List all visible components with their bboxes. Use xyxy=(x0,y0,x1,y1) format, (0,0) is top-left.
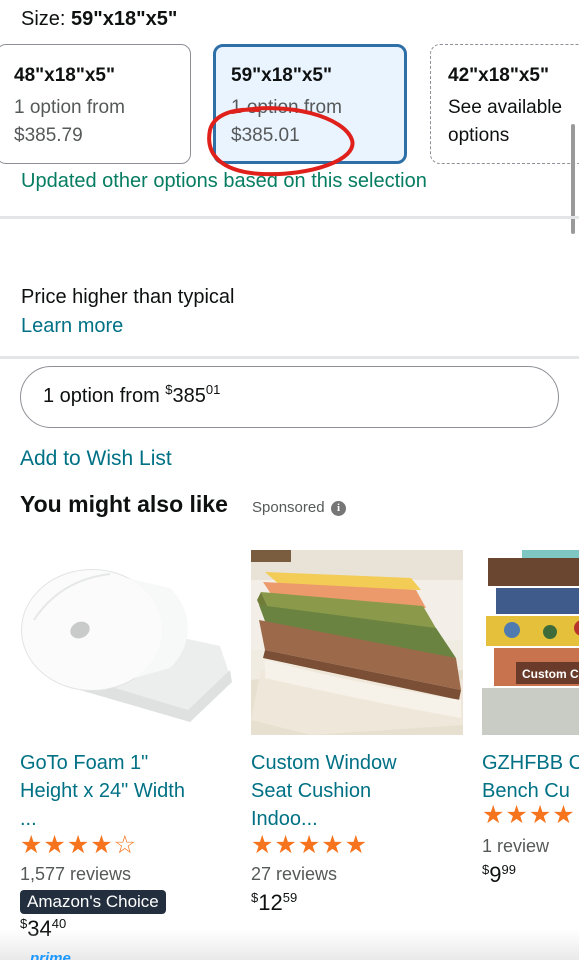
product-title-line: Custom Window xyxy=(251,752,397,774)
recommendations-heading: You might also like xyxy=(20,491,228,517)
updated-options-message: Updated other options based on this sele… xyxy=(21,170,427,192)
image-label-text: Custom Co xyxy=(522,667,579,681)
size-option-48[interactable]: 48"x18"x5" 1 option from $385.79 xyxy=(0,44,191,164)
price-cents: 40 xyxy=(51,916,67,931)
info-icon[interactable]: i xyxy=(331,501,346,516)
option-from-button[interactable]: 1 option from $38501 xyxy=(20,366,559,428)
star-rating: ★★★★ xyxy=(482,801,576,829)
price-cents: 01 xyxy=(205,382,221,397)
option-from-prefix: 1 option from xyxy=(43,385,166,407)
product-image-cushions[interactable] xyxy=(251,550,463,735)
price-currency: $ xyxy=(20,916,28,931)
product-image-bench-cushions[interactable]: Custom Co xyxy=(482,550,579,735)
option-price: $385.79 xyxy=(14,125,83,146)
review-count[interactable]: 1,577 reviews xyxy=(20,864,131,885)
option-subtitle: See available xyxy=(448,97,563,118)
option-title: 59"x18"x5" xyxy=(231,65,332,86)
option-subtitle: 1 option from xyxy=(14,97,125,118)
product-title-line: Height x 24" Width xyxy=(20,780,185,802)
option-title: 42"x18"x5" xyxy=(448,65,549,86)
product-price: $999 xyxy=(482,862,516,888)
review-count[interactable]: 27 reviews xyxy=(251,864,337,885)
star-rating: ★★★★☆ xyxy=(20,831,138,859)
price-whole: 385 xyxy=(172,385,206,407)
product-title-line: GoTo Foam 1" xyxy=(20,752,149,774)
price-whole: 12 xyxy=(258,890,283,915)
size-label-text: Size: xyxy=(21,8,72,30)
price-cents: 99 xyxy=(501,862,516,877)
size-option-59-selected[interactable]: 59"x18"x5" 1 option from $385.01 xyxy=(213,44,407,164)
prime-badge: prime xyxy=(30,950,71,960)
option-title: 48"x18"x5" xyxy=(14,65,115,86)
product-title-line: Indoo... xyxy=(251,808,318,830)
price-cents: 59 xyxy=(282,890,298,905)
option-subtitle: 1 option from xyxy=(231,97,342,118)
sponsored-label: Sponsored xyxy=(252,499,325,516)
price-currency: $ xyxy=(251,890,259,905)
option-subtitle-2: options xyxy=(448,125,510,146)
review-count[interactable]: 1 review xyxy=(482,836,549,857)
product-title-line: GZHFBB C xyxy=(482,752,579,774)
size-option-42[interactable]: 42"x18"x5" See available options xyxy=(430,44,579,164)
price-whole: 9 xyxy=(489,862,502,887)
learn-more-link[interactable]: Learn more xyxy=(21,315,123,338)
section-divider xyxy=(0,356,579,359)
size-label: Size: 59"x18"x5" xyxy=(21,8,177,31)
product-title[interactable]: Custom Window Seat Cushion Indoo... xyxy=(251,749,397,833)
product-title[interactable]: GoTo Foam 1" Height x 24" Width ... xyxy=(20,749,185,833)
add-to-wish-list-link[interactable]: Add to Wish List xyxy=(20,447,172,471)
price-notice: Price higher than typical xyxy=(21,286,235,308)
option-price: $385.01 xyxy=(231,125,300,146)
section-divider xyxy=(0,216,579,219)
product-image-foam-roll[interactable] xyxy=(20,550,232,735)
product-title[interactable]: GZHFBB C Bench Cu xyxy=(482,749,579,805)
option-from-text: 1 option from $38501 xyxy=(43,382,221,408)
amazons-choice-badge: Amazon's Choice xyxy=(20,890,166,914)
bottom-fade xyxy=(0,930,579,960)
product-title-line: ... xyxy=(20,808,37,830)
size-value: 59"x18"x5" xyxy=(71,8,178,30)
price-currency: $ xyxy=(165,382,173,397)
product-title-line: Seat Cushion xyxy=(251,780,372,802)
star-rating: ★★★★★ xyxy=(251,831,369,859)
price-currency: $ xyxy=(482,862,490,877)
product-price: $1259 xyxy=(251,890,297,916)
